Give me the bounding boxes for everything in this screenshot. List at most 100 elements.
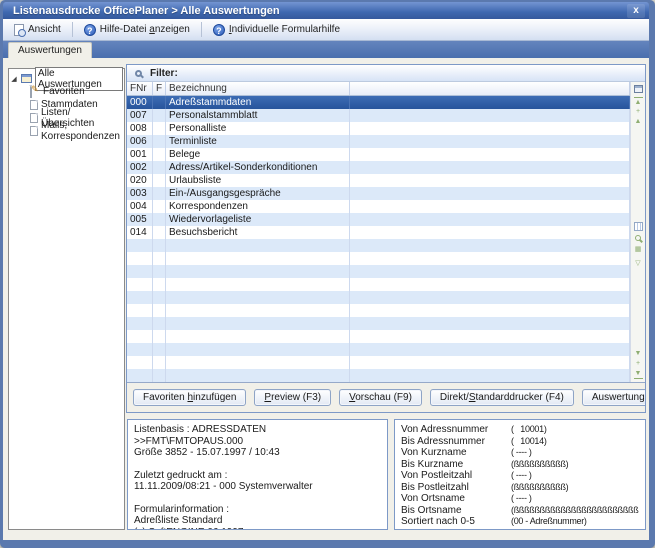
- tab-strip: Auswertungen: [3, 41, 649, 58]
- grid-area: FNr F Bezeichnung 000Adreßstammdaten 007…: [127, 82, 645, 382]
- range-row: Bis Kurzname(ßßßßßßßßßß): [401, 459, 639, 471]
- toolbar-separator: [72, 22, 73, 37]
- search-icon: [135, 70, 142, 77]
- table-row[interactable]: 005Wiedervorlageliste: [127, 213, 630, 226]
- range-row: Sortiert nach 0-5(00 - Adreßnummer): [401, 516, 639, 528]
- toolbar: Ansicht ? Hilfe-Datei anzeigen ? Individ…: [3, 19, 649, 41]
- report-icon[interactable]: ▦: [634, 245, 643, 255]
- app-window: Listenausdrucke OfficePlaner > Alle Ausw…: [0, 0, 655, 548]
- grid-side-toolbar: ▲ + ▲ ▦ ▽ ▼ + ▼: [630, 82, 645, 382]
- add-icon[interactable]: +: [631, 107, 645, 117]
- list-info-panel: Listenbasis : ADRESSDATEN >>FMT\FMTOPAUS…: [127, 419, 388, 530]
- goto-last-icon[interactable]: ▼: [634, 369, 643, 379]
- help-icon: ?: [84, 24, 96, 36]
- tab-auswertungen[interactable]: Auswertungen: [8, 42, 92, 58]
- column-header-bezeichnung[interactable]: Bezeichnung: [166, 82, 350, 95]
- form-help-label: Individuelle Formularhilfe: [229, 24, 340, 35]
- tree-item-label: Favoriten: [43, 86, 85, 97]
- range-row: Bis Postleitzahl(ßßßßßßßßßß): [401, 482, 639, 494]
- document-icon: [30, 100, 38, 110]
- action-buttons: Favoriten hinzufügen Preview (F3) Vorsch…: [127, 382, 645, 412]
- ansicht-button[interactable]: Ansicht: [9, 22, 66, 38]
- scroll-up-icon[interactable]: ▲: [631, 117, 645, 127]
- table-row[interactable]: 020Urlaubsliste: [127, 174, 630, 187]
- form-help-button[interactable]: ? Individuelle Formularhilfe: [208, 22, 345, 38]
- info-line: Listenbasis : ADRESSDATEN: [134, 424, 381, 436]
- vorschau-f9-button[interactable]: Vorschau (F9): [339, 389, 422, 406]
- info-line: Adreßliste Standard: [134, 515, 381, 527]
- table-row[interactable]: 007Personalstammblatt: [127, 109, 630, 122]
- table-row[interactable]: 006Terminliste: [127, 135, 630, 148]
- filter-label: Filter:: [150, 68, 178, 79]
- column-header-f[interactable]: F: [153, 82, 166, 95]
- table-row-empty: [127, 343, 630, 356]
- help-icon: ?: [213, 24, 225, 36]
- evaluations-panel: Filter: FNr F Bezeichnung 000Adreßstammd…: [126, 64, 646, 413]
- table-row-empty: [127, 278, 630, 291]
- range-row: Bis Adressnummer( 10014): [401, 436, 639, 448]
- column-header-empty: [350, 82, 630, 95]
- scroll-down-icon[interactable]: ▼: [634, 349, 643, 359]
- document-icon: [30, 126, 38, 136]
- range-row: Von Ortsname( ---- ): [401, 493, 639, 505]
- tree-item-mails[interactable]: Mails, Korrespondenzen: [10, 124, 123, 137]
- info-line: (c) SoftENGINE 06.1997: [134, 527, 381, 531]
- tree-root-item[interactable]: ◢ Alle Auswertungen: [10, 72, 123, 85]
- content-area: ◢ Alle Auswertungen ✎ Favoriten Stammdat…: [3, 58, 649, 540]
- column-settings-icon[interactable]: [634, 85, 643, 93]
- tree-expander-icon[interactable]: ◢: [10, 75, 18, 83]
- add-icon[interactable]: +: [634, 359, 643, 369]
- goto-first-icon[interactable]: ▲: [634, 97, 643, 107]
- table-row[interactable]: 002Adress/Artikel-Sonderkonditionen: [127, 161, 630, 174]
- print-evaluation-button[interactable]: Auswertung drucken: [582, 389, 646, 406]
- search-icon[interactable]: [635, 235, 641, 241]
- document-icon: [30, 113, 38, 123]
- preview-f3-button[interactable]: Preview (F3): [254, 389, 331, 406]
- title-bar: Listenausdrucke OfficePlaner > Alle Ausw…: [3, 2, 649, 19]
- info-line: Größe 3852 - 15.07.1997 / 10:43: [134, 447, 381, 459]
- add-favorite-button[interactable]: Favoriten hinzufügen: [133, 389, 246, 406]
- info-line: >>FMT\FMTOPAUS.000: [134, 436, 381, 448]
- close-button[interactable]: x: [627, 4, 645, 18]
- table-row[interactable]: 000Adreßstammdaten: [127, 96, 630, 109]
- filter-bar[interactable]: Filter:: [127, 65, 645, 82]
- range-row: Von Kurzname( ---- ): [401, 447, 639, 459]
- table-row[interactable]: 008Personalliste: [127, 122, 630, 135]
- window-title: Listenausdrucke OfficePlaner > Alle Ausw…: [13, 5, 627, 17]
- preview-page-icon: [14, 24, 24, 36]
- filter-icon[interactable]: ▽: [634, 259, 643, 269]
- table-row-empty: [127, 317, 630, 330]
- range-row: Von Adressnummer( 10001): [401, 424, 639, 436]
- direct-print-f4-button[interactable]: Direkt/Standarddrucker (F4): [430, 389, 574, 406]
- tree-item-label: Mails, Korrespondenzen: [41, 120, 123, 142]
- tree-panel: ◢ Alle Auswertungen ✎ Favoriten Stammdat…: [8, 68, 125, 530]
- help-file-button[interactable]: ? Hilfe-Datei anzeigen: [79, 22, 195, 38]
- range-row: Bis Ortsname(ßßßßßßßßßßßßßßßßßßßßßßßßßßß…: [401, 505, 639, 517]
- table-row-empty: [127, 304, 630, 317]
- grid-body: 000Adreßstammdaten 007Personalstammblatt…: [127, 96, 630, 382]
- folder-icon: [21, 74, 32, 83]
- range-info-panel: Von Adressnummer( 10001) Bis Adressnumme…: [394, 419, 646, 530]
- grid-header: FNr F Bezeichnung: [127, 82, 630, 96]
- table-row[interactable]: 004Korrespondenzen: [127, 200, 630, 213]
- table-row-empty: [127, 239, 630, 252]
- table-row-empty: [127, 330, 630, 343]
- range-row: Von Postleitzahl( ---- ): [401, 470, 639, 482]
- columns-icon[interactable]: [634, 222, 643, 231]
- favorites-icon: ✎: [30, 86, 40, 97]
- info-line: Formularinformation :: [134, 504, 381, 516]
- ansicht-label: Ansicht: [28, 24, 61, 35]
- table-row-empty: [127, 291, 630, 304]
- table-row[interactable]: 014Besuchsbericht: [127, 226, 630, 239]
- help-file-label: Hilfe-Datei anzeigen: [100, 24, 190, 35]
- table-row-empty: [127, 369, 630, 382]
- toolbar-separator: [201, 22, 202, 37]
- table-row-empty: [127, 252, 630, 265]
- table-row[interactable]: 003Ein-/Ausgangsgespräche: [127, 187, 630, 200]
- table-row-empty: [127, 265, 630, 278]
- info-line: Zuletzt gedruckt am :: [134, 470, 381, 482]
- table-row[interactable]: 001Belege: [127, 148, 630, 161]
- table-row-empty: [127, 356, 630, 369]
- info-line: 11.11.2009/08:21 - 000 Systemverwalter: [134, 481, 381, 493]
- column-header-fnr[interactable]: FNr: [127, 82, 153, 95]
